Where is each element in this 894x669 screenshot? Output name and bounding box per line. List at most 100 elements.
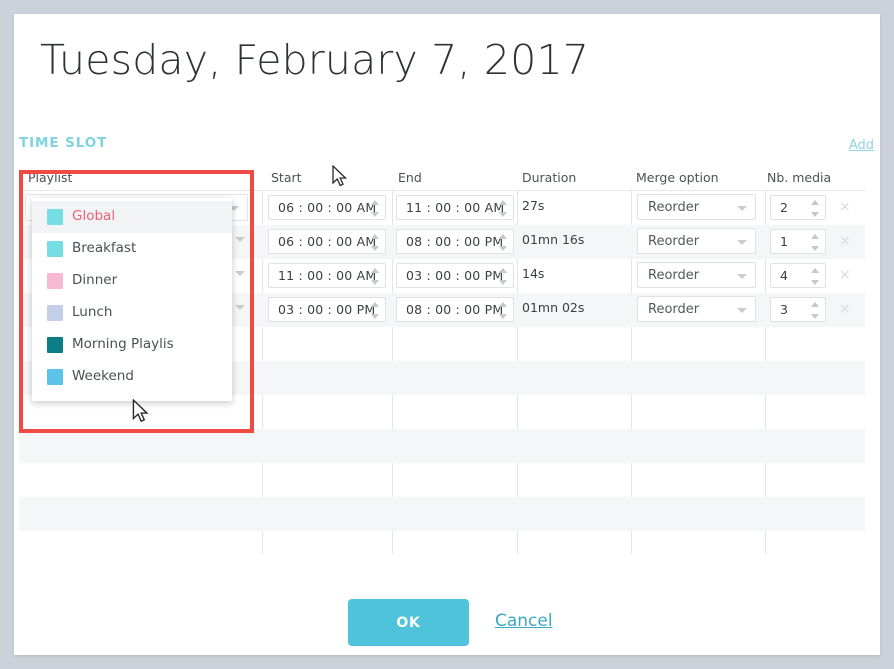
merge-option-select[interactable]: Reorder	[637, 194, 756, 220]
nb-media-stepper[interactable]: 1	[770, 229, 826, 254]
playlist-option-dinner[interactable]: Dinner	[32, 265, 232, 297]
stepper-up-icon[interactable]	[811, 234, 819, 239]
playlist-color-swatch-icon	[47, 337, 63, 353]
column-header-playlist: Playlist	[28, 170, 73, 185]
nb-media-stepper[interactable]: 3	[770, 297, 826, 322]
stepper-down-icon[interactable]	[371, 280, 379, 285]
chevron-down-icon[interactable]	[235, 237, 245, 242]
start-time-field[interactable]: 06 : 00 : 00 AM	[268, 195, 386, 220]
start-time-value: 11 : 00 : 00 AM	[278, 268, 377, 283]
nb-media-value: 2	[780, 200, 788, 215]
chevron-down-icon[interactable]	[737, 206, 747, 211]
delete-row-icon[interactable]: ×	[839, 199, 851, 215]
stepper-down-icon[interactable]	[811, 280, 819, 285]
stepper-down-icon[interactable]	[499, 280, 507, 285]
ok-button[interactable]: OK	[348, 599, 469, 646]
stepper-up-icon[interactable]	[371, 234, 379, 239]
playlist-option-label: Dinner	[72, 272, 118, 288]
merge-option-select[interactable]: Reorder	[637, 228, 756, 254]
playlist-option-label: Lunch	[72, 304, 113, 320]
stepper-up-icon[interactable]	[811, 200, 819, 205]
stepper-arrows-icon[interactable]	[811, 267, 820, 286]
delete-row-icon[interactable]: ×	[839, 233, 851, 249]
stepper-up-icon[interactable]	[371, 200, 379, 205]
stepper-up-icon[interactable]	[811, 268, 819, 273]
chevron-down-icon[interactable]	[737, 274, 747, 279]
stepper-arrows-icon[interactable]	[811, 301, 820, 320]
stepper-up-icon[interactable]	[811, 302, 819, 307]
column-header-end: End	[398, 170, 422, 185]
delete-row-icon[interactable]: ×	[839, 301, 851, 317]
column-header-duration: Duration	[522, 170, 577, 185]
end-time-value: 08 : 00 : 00 PM	[406, 234, 504, 249]
duration-value: 01mn 02s	[522, 300, 585, 315]
page-title: Tuesday, February 7, 2017	[40, 36, 590, 84]
duration-value: 14s	[522, 266, 545, 281]
playlist-color-swatch-icon	[47, 209, 63, 225]
end-time-field[interactable]: 03 : 00 : 00 PM	[396, 263, 514, 288]
stepper-down-icon[interactable]	[811, 314, 819, 319]
stepper-arrows-icon[interactable]	[371, 267, 380, 286]
playlist-option-lunch[interactable]: Lunch	[32, 297, 232, 329]
stepper-up-icon[interactable]	[499, 234, 507, 239]
stepper-up-icon[interactable]	[499, 268, 507, 273]
stepper-arrows-icon[interactable]	[499, 267, 508, 286]
nb-media-value: 1	[780, 234, 788, 249]
stepper-arrows-icon[interactable]	[811, 233, 820, 252]
playlist-option-breakfast[interactable]: Breakfast	[32, 233, 232, 265]
end-time-field[interactable]: 11 : 00 : 00 AM	[396, 195, 514, 220]
duration-value: 27s	[522, 198, 545, 213]
stepper-arrows-icon[interactable]	[499, 301, 508, 320]
stepper-up-icon[interactable]	[371, 268, 379, 273]
delete-row-icon[interactable]: ×	[839, 267, 851, 283]
stepper-up-icon[interactable]	[499, 200, 507, 205]
playlist-option-morning-playlis[interactable]: Morning Playlis	[32, 329, 232, 361]
stepper-down-icon[interactable]	[499, 212, 507, 217]
stepper-arrows-icon[interactable]	[371, 199, 380, 218]
stepper-down-icon[interactable]	[499, 246, 507, 251]
end-time-field[interactable]: 08 : 00 : 00 PM	[396, 297, 514, 322]
merge-option-select[interactable]: Reorder	[637, 296, 756, 322]
stepper-arrows-icon[interactable]	[811, 199, 820, 218]
stepper-arrows-icon[interactable]	[371, 233, 380, 252]
table-row[interactable]	[19, 463, 865, 497]
start-time-field[interactable]: 11 : 00 : 00 AM	[268, 263, 386, 288]
playlist-option-weekend[interactable]: Weekend	[32, 361, 232, 393]
chevron-down-icon[interactable]	[235, 271, 245, 276]
nb-media-stepper[interactable]: 4	[770, 263, 826, 288]
stepper-up-icon[interactable]	[371, 302, 379, 307]
chevron-down-icon[interactable]	[737, 240, 747, 245]
stepper-down-icon[interactable]	[499, 314, 507, 319]
playlist-option-label: Morning Playlis	[72, 336, 174, 352]
stepper-down-icon[interactable]	[811, 246, 819, 251]
playlist-dropdown-menu[interactable]: Global Breakfast Dinner Lunch Morning Playli…	[32, 198, 232, 401]
stepper-arrows-icon[interactable]	[371, 301, 380, 320]
cancel-link[interactable]: Cancel	[495, 611, 553, 631]
stepper-down-icon[interactable]	[811, 212, 819, 217]
start-time-field[interactable]: 03 : 00 : 00 PM	[268, 297, 386, 322]
add-time-slot-link[interactable]: Add	[849, 138, 874, 153]
stepper-down-icon[interactable]	[371, 314, 379, 319]
end-time-value: 08 : 00 : 00 PM	[406, 302, 504, 317]
stepper-down-icon[interactable]	[371, 246, 379, 251]
table-row[interactable]	[19, 429, 865, 463]
playlist-option-label: Global	[72, 208, 116, 224]
merge-option-value: Reorder	[648, 234, 700, 249]
stepper-arrows-icon[interactable]	[499, 233, 508, 252]
table-row[interactable]	[19, 497, 865, 531]
chevron-down-icon[interactable]	[737, 308, 747, 313]
column-header-nb-media: Nb. media	[767, 170, 832, 185]
end-time-field[interactable]: 08 : 00 : 00 PM	[396, 229, 514, 254]
stepper-down-icon[interactable]	[371, 212, 379, 217]
merge-option-value: Reorder	[648, 200, 700, 215]
playlist-option-label: Breakfast	[72, 240, 137, 256]
playlist-option-global[interactable]: Global	[32, 201, 232, 233]
start-time-field[interactable]: 06 : 00 : 00 AM	[268, 229, 386, 254]
stepper-arrows-icon[interactable]	[499, 199, 508, 218]
chevron-down-icon[interactable]	[235, 305, 245, 310]
stepper-up-icon[interactable]	[499, 302, 507, 307]
playlist-option-label: Weekend	[72, 368, 134, 384]
nb-media-value: 4	[780, 268, 788, 283]
nb-media-stepper[interactable]: 2	[770, 195, 826, 220]
merge-option-select[interactable]: Reorder	[637, 262, 756, 288]
